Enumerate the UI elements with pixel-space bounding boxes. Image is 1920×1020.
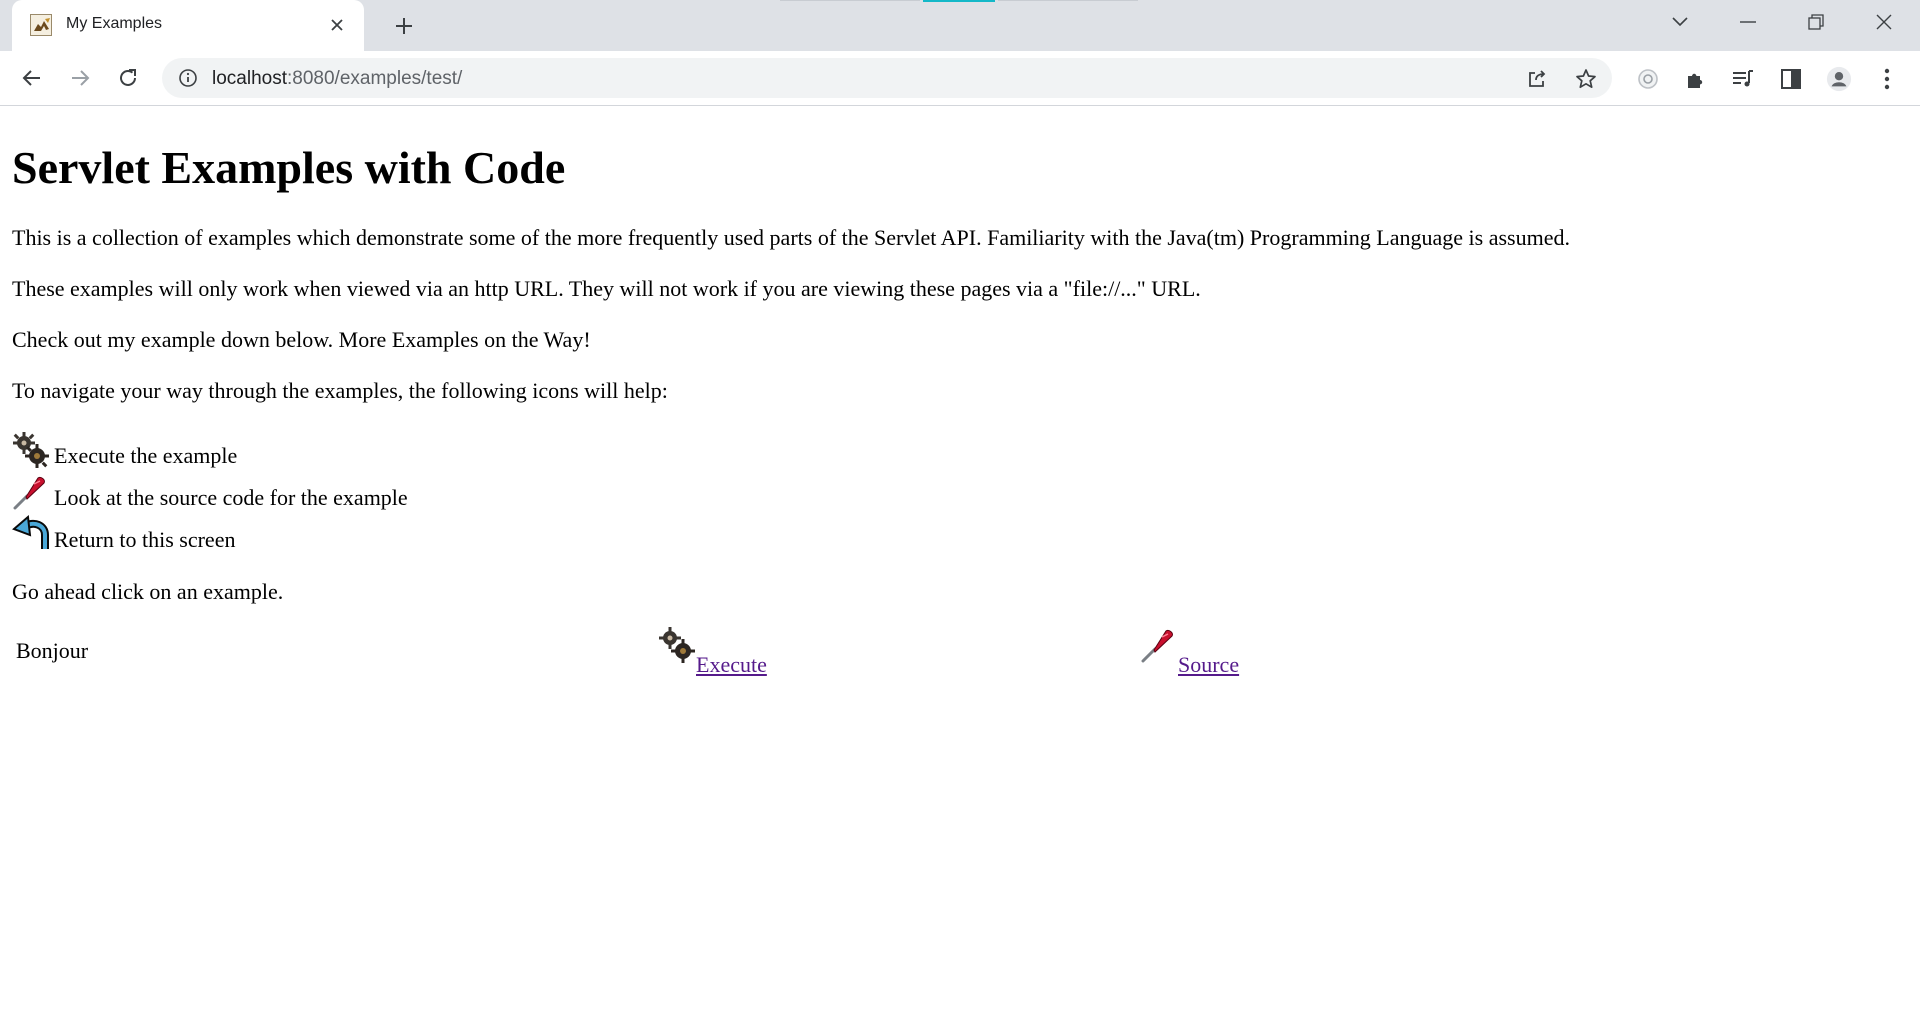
legend-text-return: Return to this screen — [54, 527, 236, 552]
http-note-paragraph: These examples will only work when viewe… — [12, 276, 1201, 301]
new-tab-plus-icon[interactable] — [390, 12, 418, 40]
side-panel-icon[interactable] — [1778, 66, 1804, 92]
reload-icon[interactable] — [113, 63, 143, 93]
back-arrow-icon[interactable] — [17, 63, 47, 93]
tomcat-favicon-icon — [30, 14, 52, 36]
tab-divider — [998, 0, 1138, 1]
example-name: Bonjour — [16, 638, 89, 663]
url-path: :8080/examples/test/ — [287, 68, 463, 89]
kebab-menu-icon[interactable] — [1874, 66, 1900, 92]
tab-title: My Examples — [66, 15, 163, 32]
url-host: localhost — [212, 68, 287, 89]
browser-tab-active[interactable]: My Examples — [12, 0, 364, 51]
extension-icon[interactable] — [1635, 66, 1661, 92]
browser-tab-strip: My Examples — [0, 0, 1920, 51]
screwdriver-source-icon — [12, 473, 50, 511]
tab-divider — [780, 0, 920, 1]
forward-arrow-icon[interactable] — [65, 63, 95, 93]
intro-paragraph: This is a collection of examples which d… — [12, 225, 1570, 250]
url-text[interactable]: localhost:8080/examples/test/ — [212, 68, 462, 90]
legend-text-execute: Execute the example — [54, 443, 238, 468]
legend-text-source: Look at the source code for the example — [54, 485, 408, 510]
profile-avatar-icon[interactable] — [1826, 66, 1852, 92]
bookmark-star-icon[interactable] — [1574, 67, 1598, 91]
close-window-icon[interactable] — [1852, 0, 1916, 44]
closing-paragraph: Go ahead click on an example. — [12, 579, 284, 604]
check-out-paragraph: Check out my example down below. More Ex… — [12, 327, 591, 352]
source-link[interactable]: Source — [1178, 652, 1239, 678]
tab-close-icon[interactable] — [326, 14, 348, 36]
screwdriver-source-icon[interactable] — [1140, 626, 1178, 664]
minimize-icon[interactable] — [1716, 0, 1780, 44]
gears-execute-icon[interactable] — [658, 626, 696, 664]
share-icon[interactable] — [1525, 67, 1549, 91]
media-queue-icon[interactable] — [1730, 66, 1756, 92]
site-info-icon[interactable] — [178, 68, 198, 88]
example-row: Bonjour Execute Source — [12, 626, 1902, 686]
address-bar[interactable]: localhost:8080/examples/test/ — [162, 58, 1612, 98]
browser-toolbar: localhost:8080/examples/test/ — [0, 51, 1920, 106]
return-arrow-icon — [12, 515, 50, 553]
execute-link[interactable]: Execute — [696, 652, 767, 678]
puzzle-extensions-icon[interactable] — [1683, 66, 1709, 92]
navigate-paragraph: To navigate your way through the example… — [12, 378, 668, 403]
restore-icon[interactable] — [1784, 0, 1848, 44]
tab-accent-indicator — [923, 0, 995, 2]
gears-execute-icon — [12, 431, 50, 469]
page-title: Servlet Examples with Code — [12, 142, 566, 193]
tab-search-chevron-down-icon[interactable] — [1648, 0, 1712, 44]
